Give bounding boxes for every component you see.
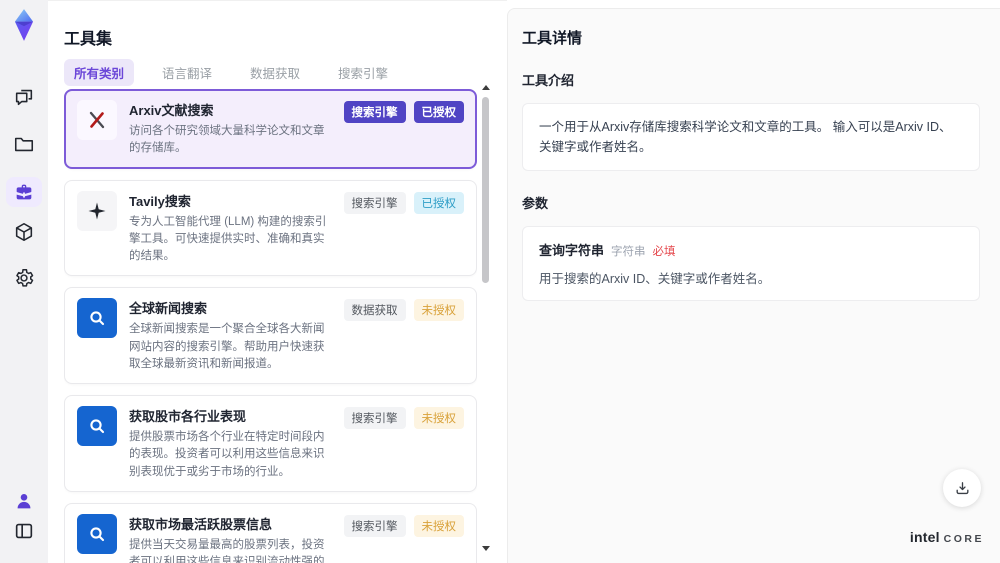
cube-icon[interactable] (13, 221, 35, 243)
intel-core-logo: intel CORE (910, 529, 984, 545)
blue-search-icon (77, 298, 117, 339)
page-title: 工具集 (64, 31, 113, 48)
tool-category-tag: 搜索引擎 (343, 101, 406, 123)
scrollbar-thumb[interactable] (482, 97, 489, 283)
download-icon (956, 481, 968, 494)
tool-category-tag: 搜索引擎 (343, 407, 406, 429)
tool-name: 全球新闻搜索 (129, 301, 208, 317)
tool-category-tag: 搜索引擎 (343, 514, 406, 537)
param-name: 查询字符串 (539, 243, 605, 258)
scroll-down-icon[interactable] (482, 546, 490, 551)
tool-category-tag: 数据获取 (343, 299, 406, 322)
tool-list-panel: 工具集 所有类别 语言翻译 数据获取 搜索引擎 Arxiv文献搜索 访问各个研究… (48, 0, 507, 563)
tool-auth-tag: 未授权 (413, 407, 464, 429)
blue-search-icon (77, 406, 117, 446)
arxiv-icon (77, 100, 117, 140)
tool-card[interactable]: Arxiv文献搜索 访问各个研究领域大量科学论文和文章的存储库。 搜索引擎 已授… (64, 89, 477, 169)
param-type: 字符串 (611, 246, 646, 258)
tool-name: 获取市场最活跃股票信息 (129, 516, 273, 532)
tab-search-engine[interactable]: 搜索引擎 (328, 59, 398, 86)
category-tabs: 所有类别 语言翻译 数据获取 搜索引擎 (64, 59, 398, 86)
tool-desc: 访问各个研究领域大量科学论文和文章的存储库。 (129, 125, 325, 155)
tool-card[interactable]: 获取股市各行业表现 提供股票市场各个行业在特定时间段内的表现。投资者可以利用这些… (64, 395, 477, 492)
folder-icon[interactable] (13, 133, 35, 155)
tool-list: Arxiv文献搜索 访问各个研究领域大量科学论文和文章的存储库。 搜索引擎 已授… (64, 89, 477, 563)
tool-name: Tavily搜索 (129, 193, 191, 209)
panel-toggle-icon[interactable] (13, 520, 35, 542)
detail-title: 工具详情 (522, 30, 583, 47)
list-scrollbar[interactable] (481, 83, 490, 553)
tool-card[interactable]: Tavily搜索 专为人工智能代理 (LLM) 构建的搜索引擎工具。可快速提供实… (64, 179, 477, 277)
param-box: 查询字符串 字符串 必填 用于搜索的Arxiv ID、关键字或作者姓名。 (522, 226, 980, 301)
tool-name: 获取股市各行业表现 (129, 409, 247, 424)
scroll-up-icon[interactable] (482, 85, 490, 90)
tab-data-fetch[interactable]: 数据获取 (240, 59, 310, 86)
params-heading: 参数 (522, 196, 549, 211)
tool-desc: 专为人工智能代理 (LLM) 构建的搜索引擎工具。可快速提供实时、准确和真实的结… (129, 215, 327, 263)
param-desc: 用于搜索的Arxiv ID、关键字或作者姓名。 (539, 272, 771, 286)
settings-icon[interactable] (13, 267, 35, 289)
intro-text: 一个用于从Arxiv存储库搜索科学论文和文章的工具。 输入可以是Arxiv ID… (539, 120, 952, 154)
tab-language-translation[interactable]: 语言翻译 (152, 59, 222, 86)
sparkle-icon (77, 190, 117, 231)
tool-auth-tag: 未授权 (413, 514, 464, 537)
tool-detail-panel: 工具详情 工具介绍 一个用于从Arxiv存储库搜索科学论文和文章的工具。 输入可… (507, 8, 1000, 563)
chat-icon[interactable] (13, 86, 35, 108)
tool-auth-tag: 已授权 (413, 101, 464, 123)
tool-card[interactable]: 全球新闻搜索 全球新闻搜索是一个聚合全球各大新闻网站内容的搜索引擎。帮助用户快速… (64, 287, 477, 384)
toolbox-icon[interactable] (6, 177, 42, 207)
tool-name: Arxiv文献搜索 (129, 103, 214, 118)
intel-logo-text: intel (909, 529, 940, 545)
tool-desc: 全球新闻搜索是一个聚合全球各大新闻网站内容的搜索引擎。帮助用户快速获取全球最新资… (129, 323, 325, 370)
app-window: 工具集 所有类别 语言翻译 数据获取 搜索引擎 Arxiv文献搜索 访问各个研究… (0, 0, 1000, 563)
tool-desc: 提供当天交易量最高的股票列表，投资者可以利用这些信息来识别流动性强的股票和潜在的… (129, 538, 325, 563)
download-button[interactable] (943, 469, 981, 507)
tool-auth-tag: 已授权 (413, 191, 464, 214)
tool-auth-tag: 未授权 (413, 299, 464, 322)
tab-all-categories[interactable]: 所有类别 (64, 59, 135, 86)
app-logo-icon (14, 9, 34, 41)
user-icon[interactable] (13, 490, 35, 512)
param-required-badge: 必填 (652, 246, 676, 258)
intro-box: 一个用于从Arxiv存储库搜索科学论文和文章的工具。 输入可以是Arxiv ID… (522, 103, 980, 171)
blue-search-icon (77, 513, 117, 554)
left-nav-rail (0, 0, 48, 563)
intro-heading: 工具介绍 (522, 73, 575, 88)
tool-card[interactable]: 获取市场最活跃股票信息 提供当天交易量最高的股票列表，投资者可以利用这些信息来识… (64, 502, 477, 563)
tool-category-tag: 搜索引擎 (343, 191, 406, 214)
core-logo-text: CORE (943, 533, 984, 545)
tool-desc: 提供股票市场各个行业在特定时间段内的表现。投资者可以利用这些信息来识别表现优于或… (129, 431, 325, 478)
